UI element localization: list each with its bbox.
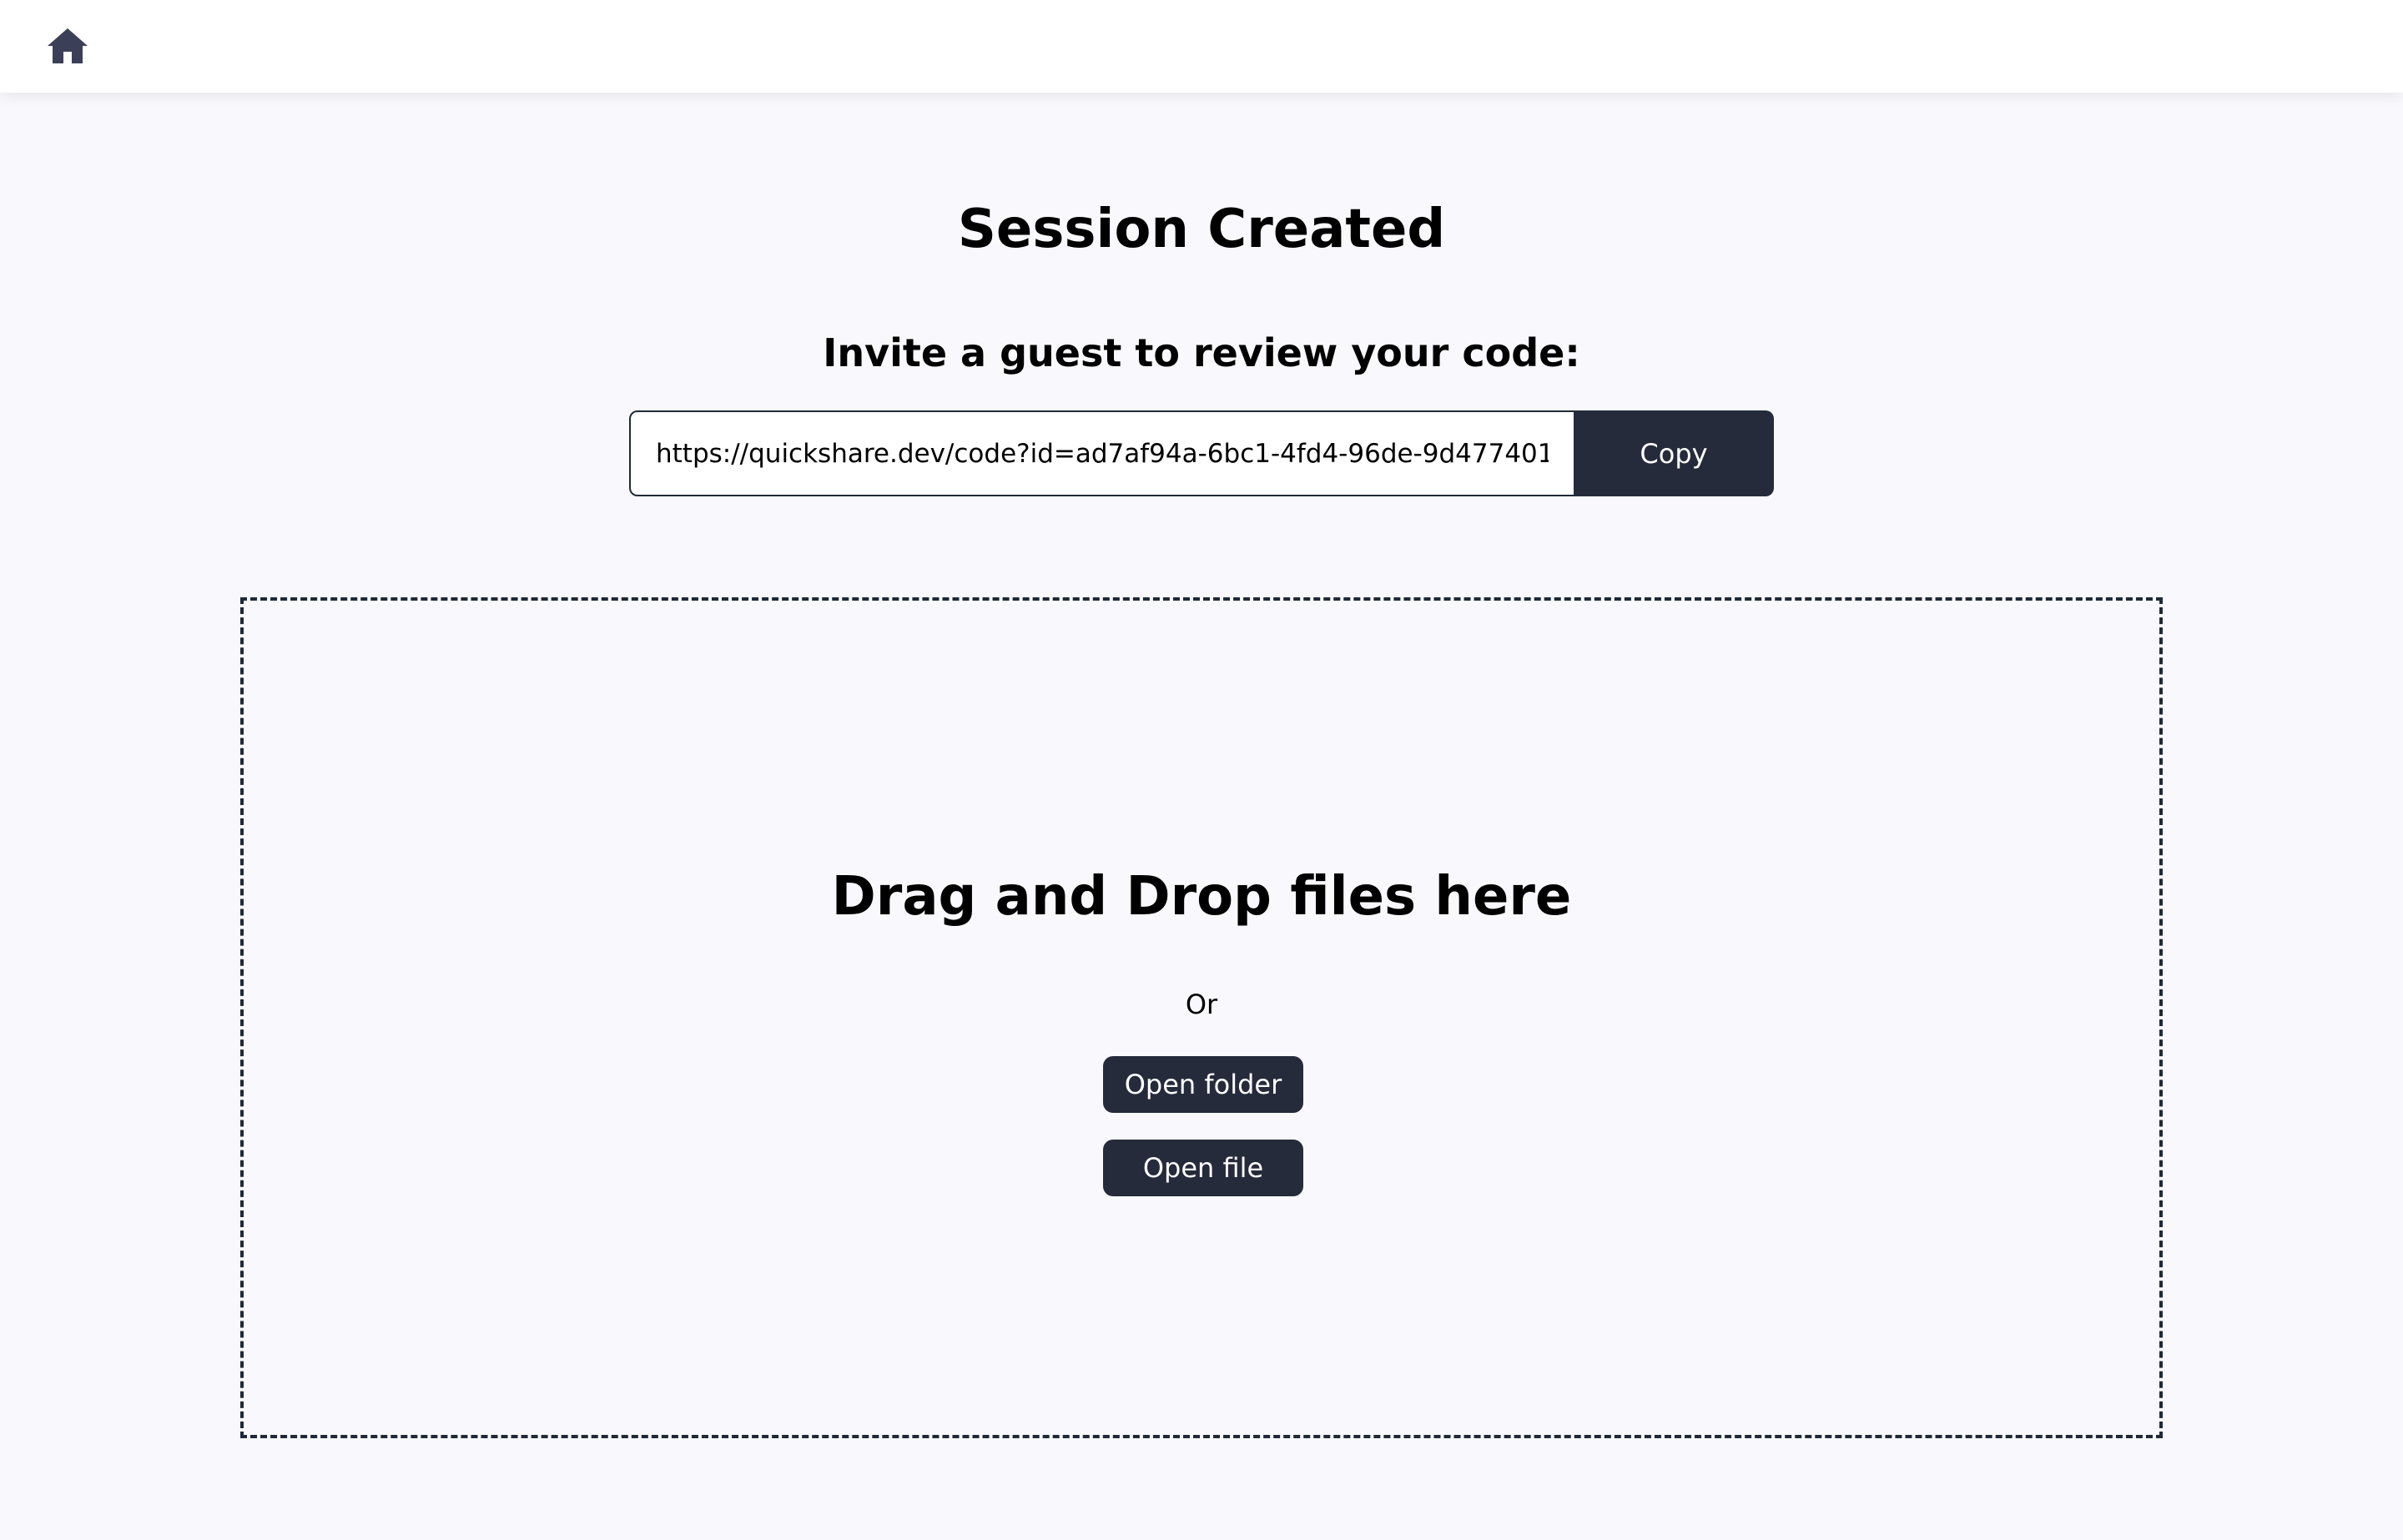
top-navbar <box>0 0 2403 93</box>
open-folder-button[interactable]: Open folder <box>1103 1056 1303 1113</box>
invite-link-row: Copy <box>629 410 1774 496</box>
invite-link-field[interactable] <box>629 410 1574 496</box>
or-separator: Or <box>1185 989 1218 1020</box>
invite-label: Invite a guest to review your code: <box>823 330 1580 375</box>
page-title: Session Created <box>957 199 1446 260</box>
home-icon[interactable] <box>48 28 88 63</box>
copy-button[interactable]: Copy <box>1574 410 1774 496</box>
dropzone-title: Drag and Drop files here <box>831 866 1572 928</box>
file-dropzone[interactable]: Drag and Drop files here Or Open folder … <box>240 597 2163 1438</box>
open-file-button[interactable]: Open file <box>1103 1140 1303 1196</box>
